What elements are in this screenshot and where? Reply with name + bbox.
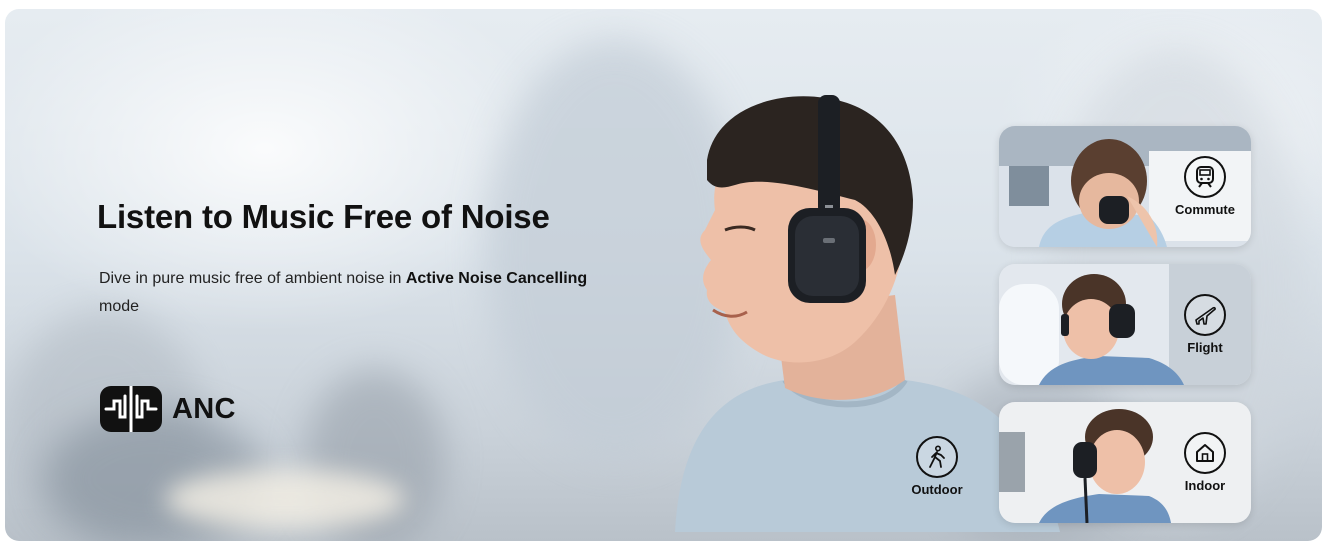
commute-card: Commute xyxy=(999,126,1251,247)
commute-label: Commute xyxy=(1175,202,1235,217)
flight-label: Flight xyxy=(1187,340,1223,355)
walking-person-icon xyxy=(916,436,958,478)
indoor-label: Indoor xyxy=(1184,478,1226,493)
description-text: Dive in pure music free of ambient noise… xyxy=(99,270,406,287)
background-blur xyxy=(165,469,405,529)
description-highlight: Active Noise Cancelling xyxy=(405,270,588,287)
commute-badge: Commute xyxy=(1165,126,1245,247)
anc-label: ANC xyxy=(172,392,236,425)
flight-badge: Flight xyxy=(1165,264,1245,385)
indoor-badge: Indoor xyxy=(1165,402,1245,523)
headline: Listen to Music Free of Noise xyxy=(97,198,550,235)
airplane-icon xyxy=(1184,294,1226,336)
description-text-end: mode xyxy=(99,298,140,315)
house-icon xyxy=(1184,432,1226,474)
indoor-card: Indoor xyxy=(999,402,1251,523)
train-icon xyxy=(1184,156,1226,198)
outdoor-badge: Outdoor xyxy=(904,436,970,497)
outdoor-label: Outdoor xyxy=(911,482,963,497)
description: Dive in pure music free of ambient noise… xyxy=(99,265,619,321)
anc-logo: ANC xyxy=(100,386,236,432)
anc-waveform-icon xyxy=(100,386,162,432)
flight-card: Flight xyxy=(999,264,1251,385)
